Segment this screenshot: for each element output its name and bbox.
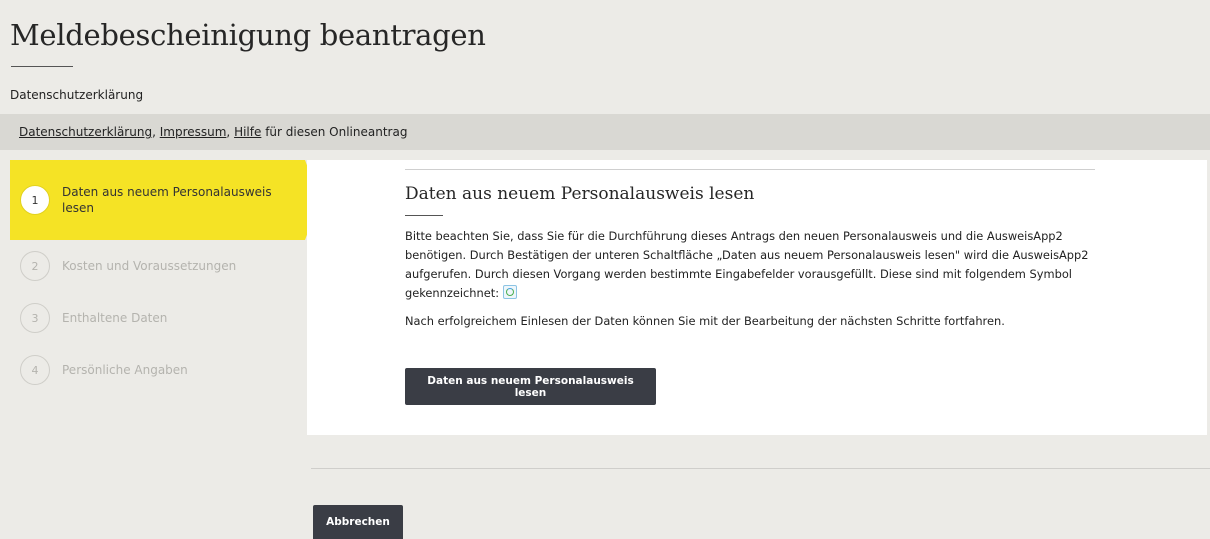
- step-3: 3 Enthaltene Daten: [10, 292, 320, 344]
- page-title: Meldebescheinigung beantragen: [10, 18, 486, 52]
- step-4: 4 Persönliche Angaben: [10, 344, 320, 396]
- step-label: Daten aus neuem Personalausweis lesen: [62, 185, 272, 215]
- step-number: 4: [20, 355, 50, 385]
- step-navigation: 1 Daten aus neuem Personalausweis lesen …: [10, 160, 320, 396]
- links-separator: ,: [152, 125, 160, 139]
- instruction-paragraph: Bitte beachten Sie, dass Sie für die Dur…: [405, 227, 1105, 303]
- panel-text: Bitte beachten Sie, dass Sie für die Dur…: [405, 227, 1105, 340]
- step-number: 3: [20, 303, 50, 333]
- step-number: 1: [20, 185, 50, 215]
- heading-underline: [405, 215, 443, 216]
- main-panel: Daten aus neuem Personalausweis lesen Bi…: [307, 160, 1207, 435]
- read-id-card-button[interactable]: Daten aus neuem Personalausweis lesen: [405, 368, 656, 405]
- step-label: Enthaltene Daten: [62, 311, 168, 325]
- followup-paragraph: Nach erfolgreichem Einlesen der Daten kö…: [405, 314, 1005, 328]
- imprint-link[interactable]: Impressum: [160, 125, 227, 139]
- eid-prefill-icon: [502, 285, 517, 299]
- step-label: Persönliche Angaben: [62, 363, 188, 377]
- links-bar: Datenschutzerklärung, Impressum, Hilfe f…: [0, 114, 1210, 150]
- panel-heading: Daten aus neuem Personalausweis lesen: [405, 184, 755, 204]
- step-1[interactable]: 1 Daten aus neuem Personalausweis lesen: [10, 160, 320, 240]
- step-2: 2 Kosten und Voraussetzungen: [10, 240, 320, 292]
- privacy-link[interactable]: Datenschutzerklärung: [19, 125, 152, 139]
- title-underline: [11, 66, 73, 67]
- step-number: 2: [20, 251, 50, 281]
- help-link[interactable]: Hilfe: [234, 125, 261, 139]
- panel-divider: [405, 169, 1095, 170]
- step-label: Kosten und Voraussetzungen: [62, 259, 237, 273]
- links-separator: ,: [226, 125, 235, 139]
- footer-divider: [311, 468, 1210, 469]
- section-label: Datenschutzerklärung: [10, 88, 144, 102]
- cancel-button[interactable]: Abbrechen: [313, 505, 403, 539]
- links-suffix: für diesen Onlineantrag: [261, 125, 408, 139]
